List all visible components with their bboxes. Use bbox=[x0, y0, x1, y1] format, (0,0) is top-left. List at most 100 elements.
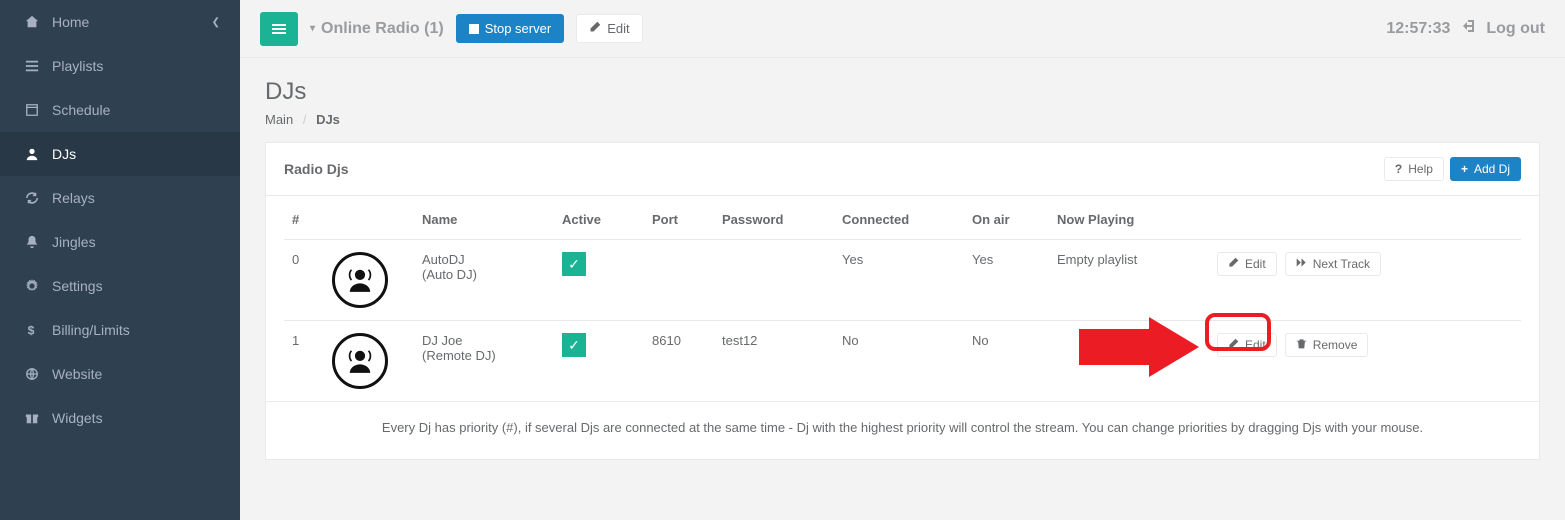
sidebar-item-settings[interactable]: Settings bbox=[0, 264, 240, 308]
dollar-icon: $ bbox=[24, 323, 40, 337]
edit-station-label: Edit bbox=[607, 21, 629, 36]
cell-onair: Yes bbox=[964, 240, 1049, 321]
th-password: Password bbox=[714, 200, 834, 240]
list-icon bbox=[24, 59, 40, 73]
cell-connected: Yes bbox=[834, 240, 964, 321]
cell-connected: No bbox=[834, 321, 964, 402]
sidebar: Home ❮ Playlists Schedule DJs Relays bbox=[0, 0, 240, 520]
sidebar-item-website[interactable]: Website bbox=[0, 352, 240, 396]
th-nowplaying: Now Playing bbox=[1049, 200, 1209, 240]
page-heading: DJs Main / DJs bbox=[240, 58, 1565, 142]
sidebar-item-relays[interactable]: Relays bbox=[0, 176, 240, 220]
cell-nowplaying bbox=[1049, 321, 1209, 402]
sidebar-item-label: Jingles bbox=[52, 234, 96, 250]
pencil-icon bbox=[1228, 257, 1239, 271]
priority-hint: Every Dj has priority (#), if several Dj… bbox=[266, 401, 1539, 459]
caret-down-icon: ▾ bbox=[310, 23, 315, 34]
cell-nowplaying: Empty playlist bbox=[1049, 240, 1209, 321]
station-selector[interactable]: ▾ Online Radio (1) bbox=[310, 20, 444, 38]
help-label: Help bbox=[1408, 162, 1433, 176]
question-icon: ? bbox=[1395, 162, 1402, 176]
trash-icon bbox=[1296, 338, 1307, 352]
sidebar-item-jingles[interactable]: Jingles bbox=[0, 220, 240, 264]
bell-icon bbox=[24, 235, 40, 249]
cell-num: 1 bbox=[284, 321, 324, 402]
th-active: Active bbox=[554, 200, 644, 240]
pencil-icon bbox=[1228, 338, 1239, 352]
panel-title: Radio Djs bbox=[284, 161, 349, 177]
edit-station-button[interactable]: Edit bbox=[576, 14, 642, 43]
table-row[interactable]: 1 DJ Joe (Remote DJ) ✓ 8610 bbox=[284, 321, 1521, 402]
stop-icon bbox=[469, 24, 479, 34]
dj-type: (Auto DJ) bbox=[422, 267, 546, 282]
sidebar-item-label: Home bbox=[52, 14, 89, 30]
dj-avatar-icon bbox=[332, 333, 388, 389]
sidebar-item-billing[interactable]: $ Billing/Limits bbox=[0, 308, 240, 352]
djs-panel: Radio Djs ? Help + Add Dj bbox=[265, 142, 1540, 460]
sidebar-item-home[interactable]: Home ❮ bbox=[0, 0, 240, 44]
clock: 12:57:33 bbox=[1386, 20, 1450, 38]
th-port: Port bbox=[644, 200, 714, 240]
stop-server-button[interactable]: Stop server bbox=[456, 14, 564, 43]
page-title: DJs bbox=[265, 78, 1540, 106]
svg-text:$: $ bbox=[28, 323, 35, 337]
th-connected: Connected bbox=[834, 200, 964, 240]
sidebar-item-label: Website bbox=[52, 366, 102, 382]
sidebar-item-label: Schedule bbox=[52, 102, 110, 118]
menu-toggle-button[interactable] bbox=[260, 12, 298, 46]
edit-label: Edit bbox=[1245, 257, 1266, 271]
station-name: Online Radio (1) bbox=[321, 20, 444, 38]
cell-onair: No bbox=[964, 321, 1049, 402]
home-icon bbox=[24, 15, 40, 29]
calendar-icon bbox=[24, 103, 40, 117]
sidebar-item-playlists[interactable]: Playlists bbox=[0, 44, 240, 88]
sidebar-item-widgets[interactable]: Widgets bbox=[0, 396, 240, 440]
cell-password bbox=[714, 240, 834, 321]
next-track-label: Next Track bbox=[1313, 257, 1370, 271]
chevron-left-icon: ❮ bbox=[212, 17, 220, 28]
add-dj-label: Add Dj bbox=[1474, 162, 1510, 176]
sidebar-item-label: Playlists bbox=[52, 58, 103, 74]
logout-label: Log out bbox=[1486, 20, 1545, 38]
sidebar-item-djs[interactable]: DJs bbox=[0, 132, 240, 176]
cell-password: test12 bbox=[714, 321, 834, 402]
edit-label: Edit bbox=[1245, 338, 1266, 352]
edit-dj-button[interactable]: Edit bbox=[1217, 252, 1277, 276]
sidebar-item-label: Relays bbox=[52, 190, 95, 206]
breadcrumb: Main / DJs bbox=[265, 112, 1540, 127]
remove-dj-button[interactable]: Remove bbox=[1285, 333, 1369, 357]
topbar: ▾ Online Radio (1) Stop server Edit 12:5… bbox=[240, 0, 1565, 58]
logout-link[interactable]: Log out bbox=[1462, 18, 1545, 39]
add-dj-button[interactable]: + Add Dj bbox=[1450, 157, 1521, 181]
edit-dj-button[interactable]: Edit bbox=[1217, 333, 1277, 357]
signout-icon bbox=[1462, 18, 1478, 39]
breadcrumb-current: DJs bbox=[316, 112, 340, 127]
th-name: Name bbox=[414, 200, 554, 240]
user-icon bbox=[24, 147, 40, 161]
sidebar-item-label: Settings bbox=[52, 278, 103, 294]
table-row[interactable]: 0 AutoDJ (Auto DJ) ✓ bbox=[284, 240, 1521, 321]
active-check-icon: ✓ bbox=[562, 333, 586, 357]
cell-num: 0 bbox=[284, 240, 324, 321]
remove-label: Remove bbox=[1313, 338, 1358, 352]
gear-icon bbox=[24, 279, 40, 293]
active-check-icon: ✓ bbox=[562, 252, 586, 276]
cell-port: 8610 bbox=[644, 321, 714, 402]
globe-icon bbox=[24, 367, 40, 381]
breadcrumb-root[interactable]: Main bbox=[265, 112, 293, 127]
djs-table: # Name Active Port Password Connected On… bbox=[284, 200, 1521, 401]
dj-type: (Remote DJ) bbox=[422, 348, 546, 363]
dj-name: AutoDJ bbox=[422, 252, 546, 267]
help-button[interactable]: ? Help bbox=[1384, 157, 1444, 181]
sidebar-item-label: Billing/Limits bbox=[52, 322, 130, 338]
dj-name: DJ Joe bbox=[422, 333, 546, 348]
refresh-icon bbox=[24, 191, 40, 205]
th-num: # bbox=[284, 200, 324, 240]
plus-icon: + bbox=[1461, 162, 1468, 176]
sidebar-item-schedule[interactable]: Schedule bbox=[0, 88, 240, 132]
sidebar-item-label: DJs bbox=[52, 146, 76, 162]
next-track-button[interactable]: Next Track bbox=[1285, 252, 1381, 276]
hamburger-icon bbox=[271, 21, 287, 37]
stop-server-label: Stop server bbox=[485, 21, 551, 36]
cell-port bbox=[644, 240, 714, 321]
